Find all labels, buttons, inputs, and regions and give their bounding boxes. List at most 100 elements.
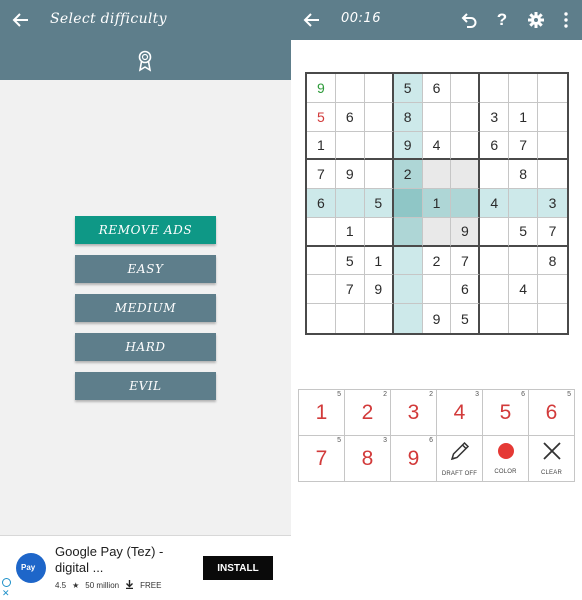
sudoku-cell[interactable]: 8: [393, 102, 423, 132]
sudoku-cell[interactable]: [336, 304, 365, 333]
sudoku-cell[interactable]: [538, 160, 567, 190]
number-key-8[interactable]: 83: [345, 436, 391, 482]
remove-ads-button[interactable]: REMOVE ADS: [75, 216, 216, 244]
number-key-9[interactable]: 96: [391, 436, 437, 482]
sudoku-cell[interactable]: [538, 74, 567, 103]
sudoku-cell[interactable]: 1: [335, 217, 365, 247]
number-key-2[interactable]: 22: [345, 390, 391, 436]
sudoku-cell[interactable]: 1: [509, 102, 539, 132]
sudoku-cell[interactable]: 9: [335, 160, 365, 190]
sudoku-cell[interactable]: [393, 246, 423, 276]
sudoku-cell[interactable]: 1: [364, 246, 394, 276]
number-key-4[interactable]: 43: [437, 390, 483, 436]
sudoku-cell[interactable]: [335, 189, 365, 218]
sudoku-cell[interactable]: 6: [480, 131, 510, 161]
sudoku-cell[interactable]: 3: [538, 189, 567, 218]
sudoku-cell[interactable]: [451, 131, 481, 161]
install-button[interactable]: INSTALL: [203, 556, 273, 580]
sudoku-cell[interactable]: 2: [422, 246, 452, 276]
sudoku-cell[interactable]: 5: [451, 304, 481, 333]
draft-button[interactable]: DRAFT OFF: [437, 436, 483, 482]
sudoku-cell[interactable]: [307, 304, 336, 333]
sudoku-cell[interactable]: 9: [393, 131, 423, 161]
sudoku-cell[interactable]: 9: [307, 74, 336, 103]
evil-button[interactable]: EVIL: [75, 372, 216, 400]
sudoku-cell[interactable]: [307, 217, 336, 247]
sudoku-cell[interactable]: 2: [393, 160, 423, 190]
number-key-5[interactable]: 56: [483, 390, 529, 436]
sudoku-cell[interactable]: 8: [509, 160, 539, 190]
sudoku-cell[interactable]: [509, 304, 539, 333]
sudoku-cell[interactable]: 7: [307, 160, 336, 190]
sudoku-cell[interactable]: 6: [335, 102, 365, 132]
easy-button[interactable]: EASY: [75, 255, 216, 283]
sudoku-cell[interactable]: [335, 131, 365, 161]
sudoku-cell[interactable]: 4: [480, 189, 510, 218]
sudoku-cell[interactable]: 5: [335, 246, 365, 276]
hard-button[interactable]: HARD: [75, 333, 216, 361]
color-button[interactable]: COLOR: [483, 436, 529, 482]
sudoku-cell[interactable]: 5: [393, 74, 423, 103]
sudoku-cell[interactable]: [393, 189, 423, 218]
sudoku-cell[interactable]: 5: [307, 102, 336, 132]
sudoku-cell[interactable]: [538, 132, 567, 161]
sudoku-cell[interactable]: [509, 74, 539, 103]
sudoku-cell[interactable]: [307, 246, 336, 276]
sudoku-cell[interactable]: [365, 304, 394, 333]
sudoku-cell[interactable]: [509, 189, 539, 218]
sudoku-cell[interactable]: [364, 74, 394, 103]
back-arrow-icon[interactable]: [10, 9, 32, 31]
sudoku-cell[interactable]: [451, 102, 481, 132]
adchoices-icon[interactable]: [2, 578, 11, 587]
sudoku-cell[interactable]: 1: [422, 189, 452, 218]
sudoku-cell[interactable]: 9: [364, 275, 394, 305]
sudoku-cell[interactable]: 4: [422, 131, 452, 161]
sudoku-cell[interactable]: 6: [422, 74, 452, 103]
sudoku-cell[interactable]: [393, 304, 423, 333]
number-key-1[interactable]: 15: [299, 390, 345, 436]
sudoku-cell[interactable]: 3: [480, 102, 510, 132]
sudoku-cell[interactable]: [364, 217, 394, 247]
settings-gear-icon[interactable]: [526, 10, 546, 30]
sudoku-cell[interactable]: 5: [509, 217, 539, 247]
sudoku-cell[interactable]: [422, 217, 452, 247]
sudoku-cell[interactable]: 6: [307, 189, 336, 218]
sudoku-cell[interactable]: [451, 189, 481, 218]
sudoku-cell[interactable]: 7: [538, 218, 567, 247]
sudoku-cell[interactable]: 7: [335, 275, 365, 305]
sudoku-cell[interactable]: [509, 246, 539, 276]
sudoku-cell[interactable]: [422, 102, 452, 132]
help-icon[interactable]: ?: [492, 10, 512, 30]
medium-button[interactable]: MEDIUM: [75, 294, 216, 322]
sudoku-cell[interactable]: [451, 160, 481, 190]
undo-icon[interactable]: [459, 10, 479, 30]
ad-banner[interactable]: Pay Google Pay (Tez) - digital ... 4.5 ★…: [0, 535, 291, 600]
sudoku-cell[interactable]: [364, 131, 394, 161]
sudoku-cell[interactable]: [538, 275, 567, 305]
sudoku-cell[interactable]: [364, 160, 394, 190]
sudoku-cell[interactable]: [422, 275, 452, 305]
sudoku-cell[interactable]: [335, 74, 365, 103]
sudoku-cell[interactable]: [480, 304, 510, 333]
number-key-7[interactable]: 75: [299, 436, 345, 482]
sudoku-cell[interactable]: 9: [423, 304, 452, 333]
sudoku-cell[interactable]: [480, 275, 510, 305]
sudoku-cell[interactable]: 7: [451, 246, 481, 276]
sudoku-cell[interactable]: 4: [509, 275, 539, 305]
sudoku-cell[interactable]: 7: [509, 131, 539, 161]
sudoku-cell[interactable]: [538, 103, 567, 132]
number-key-3[interactable]: 32: [391, 390, 437, 436]
sudoku-cell[interactable]: 1: [307, 131, 336, 161]
back-arrow-icon[interactable]: [301, 9, 323, 31]
sudoku-cell[interactable]: [393, 275, 423, 305]
sudoku-cell[interactable]: 8: [538, 247, 567, 276]
sudoku-cell[interactable]: [307, 275, 336, 305]
more-vertical-icon[interactable]: [556, 10, 576, 30]
sudoku-cell[interactable]: [480, 74, 510, 103]
sudoku-cell[interactable]: [480, 217, 510, 247]
sudoku-cell[interactable]: [364, 102, 394, 132]
sudoku-cell[interactable]: 6: [451, 275, 481, 305]
number-key-6[interactable]: 65: [529, 390, 575, 436]
sudoku-cell[interactable]: 9: [451, 217, 481, 247]
sudoku-cell[interactable]: [422, 160, 452, 190]
